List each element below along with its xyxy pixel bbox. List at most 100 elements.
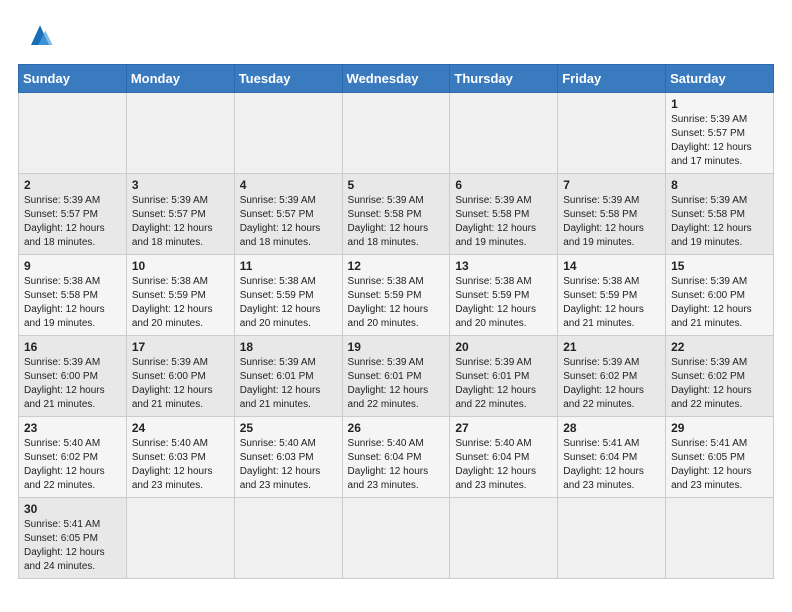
calendar-cell: 12Sunrise: 5:38 AM Sunset: 5:59 PM Dayli…: [342, 255, 450, 336]
day-number: 29: [671, 421, 768, 435]
calendar-cell: 15 Sunrise: 5:39 AM Sunset: 6:00 PM Dayli…: [666, 255, 774, 336]
calendar-cell: 27 Sunrise: 5:40 AM Sunset: 6:04 PM Dayli…: [450, 417, 558, 498]
day-info: Sunrise: 5:39 AM Sunset: 5:58 PM Dayligh…: [348, 194, 445, 250]
day-number: 22: [671, 340, 768, 354]
calendar-cell: 18 Sunrise: 5:39 AM Sunset: 6:01 PM Dayli…: [234, 336, 342, 417]
weekday-header-row: SundayMondayTuesdayWednesdayThursdayFrid…: [19, 65, 774, 93]
calendar-cell: 24 Sunrise: 5:40 AM Sunset: 6:03 PM Dayli…: [126, 417, 234, 498]
day-info: Sunrise: 5:38 AM Sunset: 5:59 PM Dayligh…: [455, 275, 552, 331]
calendar-cell: 28Sunrise: 5:41 AM Sunset: 6:04 PM Dayli…: [558, 417, 666, 498]
day-info: Sunrise: 5:39 AM Sunset: 6:00 PM Dayligh…: [24, 356, 121, 412]
calendar-cell: 20 Sunrise: 5:39 AM Sunset: 6:01 PM Dayli…: [450, 336, 558, 417]
day-number: 18: [240, 340, 337, 354]
day-number: 23: [24, 421, 121, 435]
calendar-row: 9 Sunrise: 5:38 AM Sunset: 5:58 PM Daylig…: [19, 255, 774, 336]
calendar-cell: 23 Sunrise: 5:40 AM Sunset: 6:02 PM Dayli…: [19, 417, 127, 498]
calendar-cell: 8 Sunrise: 5:39 AM Sunset: 5:58 PM Daylig…: [666, 174, 774, 255]
day-number: 6: [455, 178, 552, 192]
day-info: Sunrise: 5:39 AM Sunset: 5:58 PM Dayligh…: [455, 194, 552, 250]
day-number: 3: [132, 178, 229, 192]
calendar-cell: [342, 498, 450, 579]
calendar-cell: 3 Sunrise: 5:39 AM Sunset: 5:57 PM Daylig…: [126, 174, 234, 255]
calendar-cell: 9 Sunrise: 5:38 AM Sunset: 5:58 PM Daylig…: [19, 255, 127, 336]
calendar-row: 23 Sunrise: 5:40 AM Sunset: 6:02 PM Dayli…: [19, 417, 774, 498]
day-info: Sunrise: 5:38 AM Sunset: 5:58 PM Dayligh…: [24, 275, 121, 331]
calendar-cell: 1 Sunrise: 5:39 AM Sunset: 5:57 PM Daylig…: [666, 93, 774, 174]
calendar-cell: [450, 498, 558, 579]
day-info: Sunrise: 5:39 AM Sunset: 5:58 PM Dayligh…: [671, 194, 768, 250]
day-number: 10: [132, 259, 229, 273]
calendar-cell: 29 Sunrise: 5:41 AM Sunset: 6:05 PM Dayli…: [666, 417, 774, 498]
calendar-cell: [19, 93, 127, 174]
calendar-cell: 2 Sunrise: 5:39 AM Sunset: 5:57 PM Daylig…: [19, 174, 127, 255]
calendar-cell: [342, 93, 450, 174]
day-number: 13: [455, 259, 552, 273]
weekday-header: Sunday: [19, 65, 127, 93]
calendar-row: 1 Sunrise: 5:39 AM Sunset: 5:57 PM Daylig…: [19, 93, 774, 174]
day-number: 15: [671, 259, 768, 273]
day-info: Sunrise: 5:39 AM Sunset: 6:00 PM Dayligh…: [671, 275, 768, 331]
day-info: Sunrise: 5:38 AM Sunset: 5:59 PM Dayligh…: [348, 275, 445, 331]
calendar-cell: 26Sunrise: 5:40 AM Sunset: 6:04 PM Dayli…: [342, 417, 450, 498]
day-number: 25: [240, 421, 337, 435]
calendar-cell: 17 Sunrise: 5:39 AM Sunset: 6:00 PM Dayli…: [126, 336, 234, 417]
calendar-cell: 6 Sunrise: 5:39 AM Sunset: 5:58 PM Daylig…: [450, 174, 558, 255]
day-info: Sunrise: 5:41 AM Sunset: 6:05 PM Dayligh…: [24, 518, 121, 574]
calendar-cell: 19Sunrise: 5:39 AM Sunset: 6:01 PM Dayli…: [342, 336, 450, 417]
day-info: Sunrise: 5:39 AM Sunset: 5:57 PM Dayligh…: [132, 194, 229, 250]
day-info: Sunrise: 5:39 AM Sunset: 5:57 PM Dayligh…: [671, 113, 768, 169]
calendar-row: 16 Sunrise: 5:39 AM Sunset: 6:00 PM Dayli…: [19, 336, 774, 417]
day-number: 27: [455, 421, 552, 435]
day-number: 19: [348, 340, 445, 354]
weekday-header: Thursday: [450, 65, 558, 93]
day-info: Sunrise: 5:39 AM Sunset: 6:02 PM Dayligh…: [671, 356, 768, 412]
calendar-cell: 7Sunrise: 5:39 AM Sunset: 5:58 PM Daylig…: [558, 174, 666, 255]
day-number: 30: [24, 502, 121, 516]
day-number: 20: [455, 340, 552, 354]
day-number: 7: [563, 178, 660, 192]
day-number: 11: [240, 259, 337, 273]
day-number: 21: [563, 340, 660, 354]
calendar-cell: [126, 93, 234, 174]
calendar-cell: 4Sunrise: 5:39 AM Sunset: 5:57 PM Daylig…: [234, 174, 342, 255]
weekday-header: Saturday: [666, 65, 774, 93]
day-info: Sunrise: 5:40 AM Sunset: 6:04 PM Dayligh…: [348, 437, 445, 493]
calendar-cell: 21 Sunrise: 5:39 AM Sunset: 6:02 PM Dayli…: [558, 336, 666, 417]
calendar-cell: 13 Sunrise: 5:38 AM Sunset: 5:59 PM Dayli…: [450, 255, 558, 336]
weekday-header: Tuesday: [234, 65, 342, 93]
calendar-table: SundayMondayTuesdayWednesdayThursdayFrid…: [18, 64, 774, 579]
calendar-cell: [126, 498, 234, 579]
calendar-cell: [450, 93, 558, 174]
day-info: Sunrise: 5:40 AM Sunset: 6:02 PM Dayligh…: [24, 437, 121, 493]
logo: [18, 18, 58, 54]
weekday-header: Wednesday: [342, 65, 450, 93]
calendar-cell: 30 Sunrise: 5:41 AM Sunset: 6:05 PM Dayli…: [19, 498, 127, 579]
day-number: 1: [671, 97, 768, 111]
day-info: Sunrise: 5:40 AM Sunset: 6:03 PM Dayligh…: [132, 437, 229, 493]
day-info: Sunrise: 5:39 AM Sunset: 6:01 PM Dayligh…: [455, 356, 552, 412]
page-header: [18, 18, 774, 54]
calendar-cell: [558, 93, 666, 174]
day-number: 16: [24, 340, 121, 354]
day-number: 2: [24, 178, 121, 192]
calendar-cell: 11Sunrise: 5:38 AM Sunset: 5:59 PM Dayli…: [234, 255, 342, 336]
calendar-cell: 14Sunrise: 5:38 AM Sunset: 5:59 PM Dayli…: [558, 255, 666, 336]
calendar-cell: [558, 498, 666, 579]
day-number: 17: [132, 340, 229, 354]
day-info: Sunrise: 5:39 AM Sunset: 5:57 PM Dayligh…: [24, 194, 121, 250]
weekday-header: Monday: [126, 65, 234, 93]
calendar-cell: 10Sunrise: 5:38 AM Sunset: 5:59 PM Dayli…: [126, 255, 234, 336]
day-info: Sunrise: 5:39 AM Sunset: 5:57 PM Dayligh…: [240, 194, 337, 250]
day-info: Sunrise: 5:39 AM Sunset: 6:01 PM Dayligh…: [240, 356, 337, 412]
day-info: Sunrise: 5:41 AM Sunset: 6:05 PM Dayligh…: [671, 437, 768, 493]
day-number: 24: [132, 421, 229, 435]
day-info: Sunrise: 5:39 AM Sunset: 6:00 PM Dayligh…: [132, 356, 229, 412]
day-info: Sunrise: 5:39 AM Sunset: 6:02 PM Dayligh…: [563, 356, 660, 412]
day-number: 9: [24, 259, 121, 273]
day-number: 8: [671, 178, 768, 192]
day-info: Sunrise: 5:40 AM Sunset: 6:04 PM Dayligh…: [455, 437, 552, 493]
calendar-cell: [234, 93, 342, 174]
calendar-row: 30 Sunrise: 5:41 AM Sunset: 6:05 PM Dayli…: [19, 498, 774, 579]
day-info: Sunrise: 5:38 AM Sunset: 5:59 PM Dayligh…: [563, 275, 660, 331]
day-info: Sunrise: 5:41 AM Sunset: 6:04 PM Dayligh…: [563, 437, 660, 493]
